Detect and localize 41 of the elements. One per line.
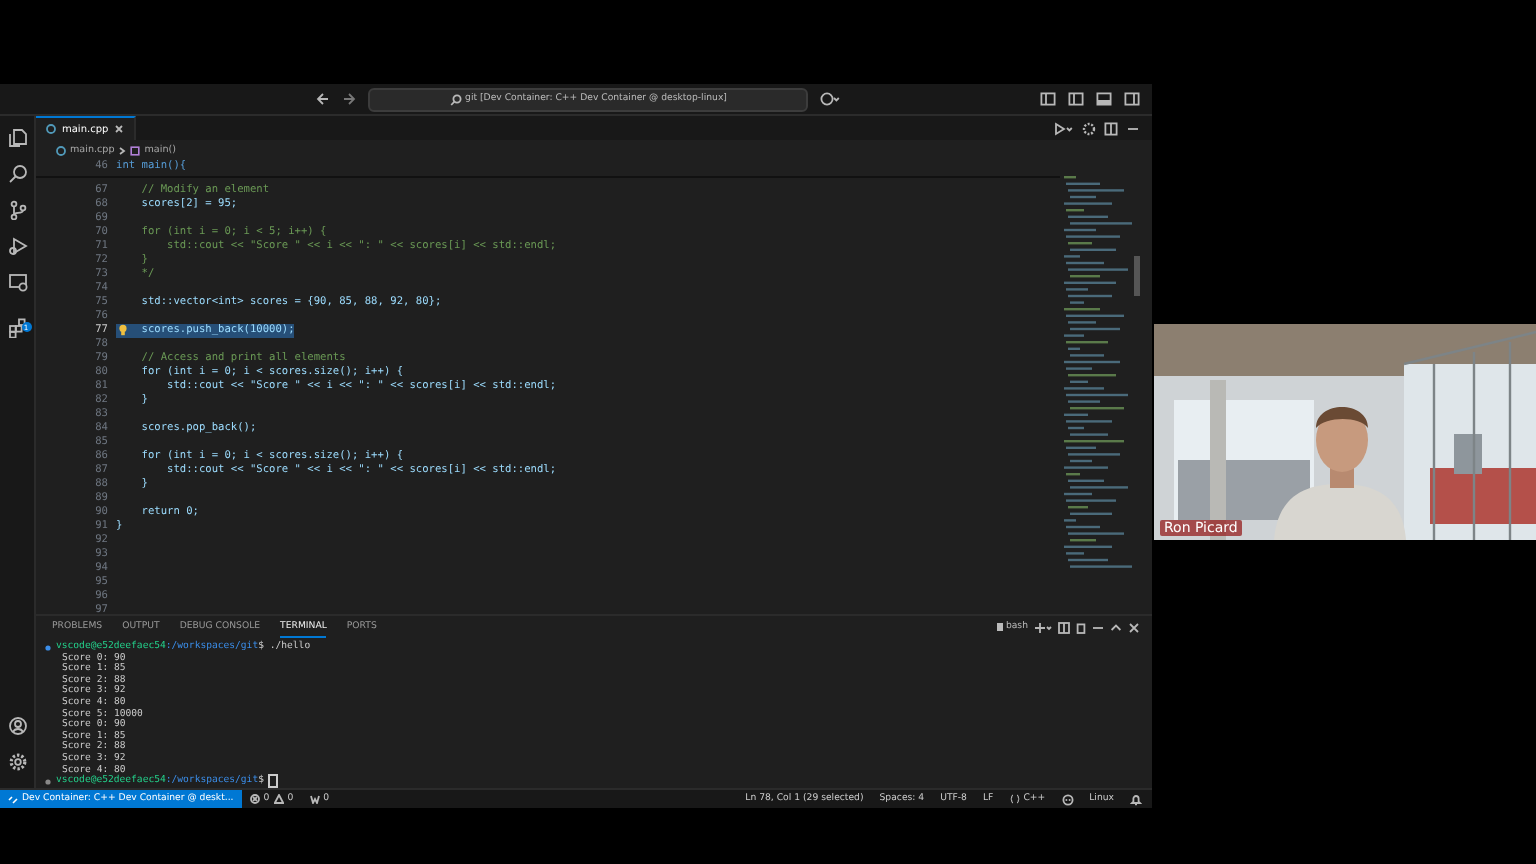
split-editor-icon[interactable] xyxy=(1104,121,1118,135)
source-control-icon[interactable] xyxy=(7,200,27,220)
command-dot-icon[interactable] xyxy=(44,777,52,786)
layout-icon[interactable] xyxy=(1040,92,1056,106)
close-icon[interactable] xyxy=(114,124,125,134)
lightbulb-icon[interactable] xyxy=(118,324,128,336)
minimize-icon[interactable] xyxy=(1092,621,1104,633)
copilot-icon[interactable] xyxy=(1061,793,1074,805)
cpp-file-icon[interactable] xyxy=(46,124,56,134)
search-icon[interactable] xyxy=(449,93,462,105)
sidebar-toggle-icon[interactable] xyxy=(1068,92,1084,106)
close-icon[interactable] xyxy=(1128,621,1140,633)
chevron-right-icon[interactable] xyxy=(118,145,127,155)
copilot-icon[interactable] xyxy=(820,92,840,106)
command-dot-icon[interactable] xyxy=(44,643,52,652)
back-arrow-icon[interactable] xyxy=(316,92,330,106)
settings-icon[interactable] xyxy=(7,752,27,772)
remote-explorer-icon[interactable] xyxy=(7,272,27,292)
ports-icon[interactable] xyxy=(309,794,320,804)
trash-icon[interactable] xyxy=(1076,621,1086,633)
function-icon[interactable] xyxy=(130,145,141,155)
error-icon[interactable] xyxy=(249,794,260,804)
files-icon[interactable] xyxy=(7,128,27,148)
run-debug-icon[interactable] xyxy=(7,236,27,256)
chevron-up-icon[interactable] xyxy=(1110,621,1122,633)
secondary-sidebar-icon[interactable] xyxy=(1124,92,1140,106)
terminal-icon[interactable] xyxy=(995,622,1004,632)
warning-icon[interactable] xyxy=(273,794,284,804)
remote-icon[interactable] xyxy=(8,794,18,804)
braces-icon[interactable] xyxy=(1009,794,1020,804)
search-icon[interactable] xyxy=(7,164,27,184)
panel-toggle-icon[interactable] xyxy=(1096,92,1112,106)
add-terminal-icon[interactable] xyxy=(1034,621,1052,633)
bell-icon[interactable] xyxy=(1130,793,1142,805)
cpp-file-icon[interactable] xyxy=(56,145,66,155)
settings-icon[interactable] xyxy=(1082,121,1096,135)
account-icon[interactable] xyxy=(7,716,27,736)
run-icon[interactable] xyxy=(1054,121,1074,135)
forward-arrow-icon[interactable] xyxy=(342,92,356,106)
split-terminal-icon[interactable] xyxy=(1058,621,1070,633)
extensions-icon[interactable] xyxy=(7,318,27,338)
